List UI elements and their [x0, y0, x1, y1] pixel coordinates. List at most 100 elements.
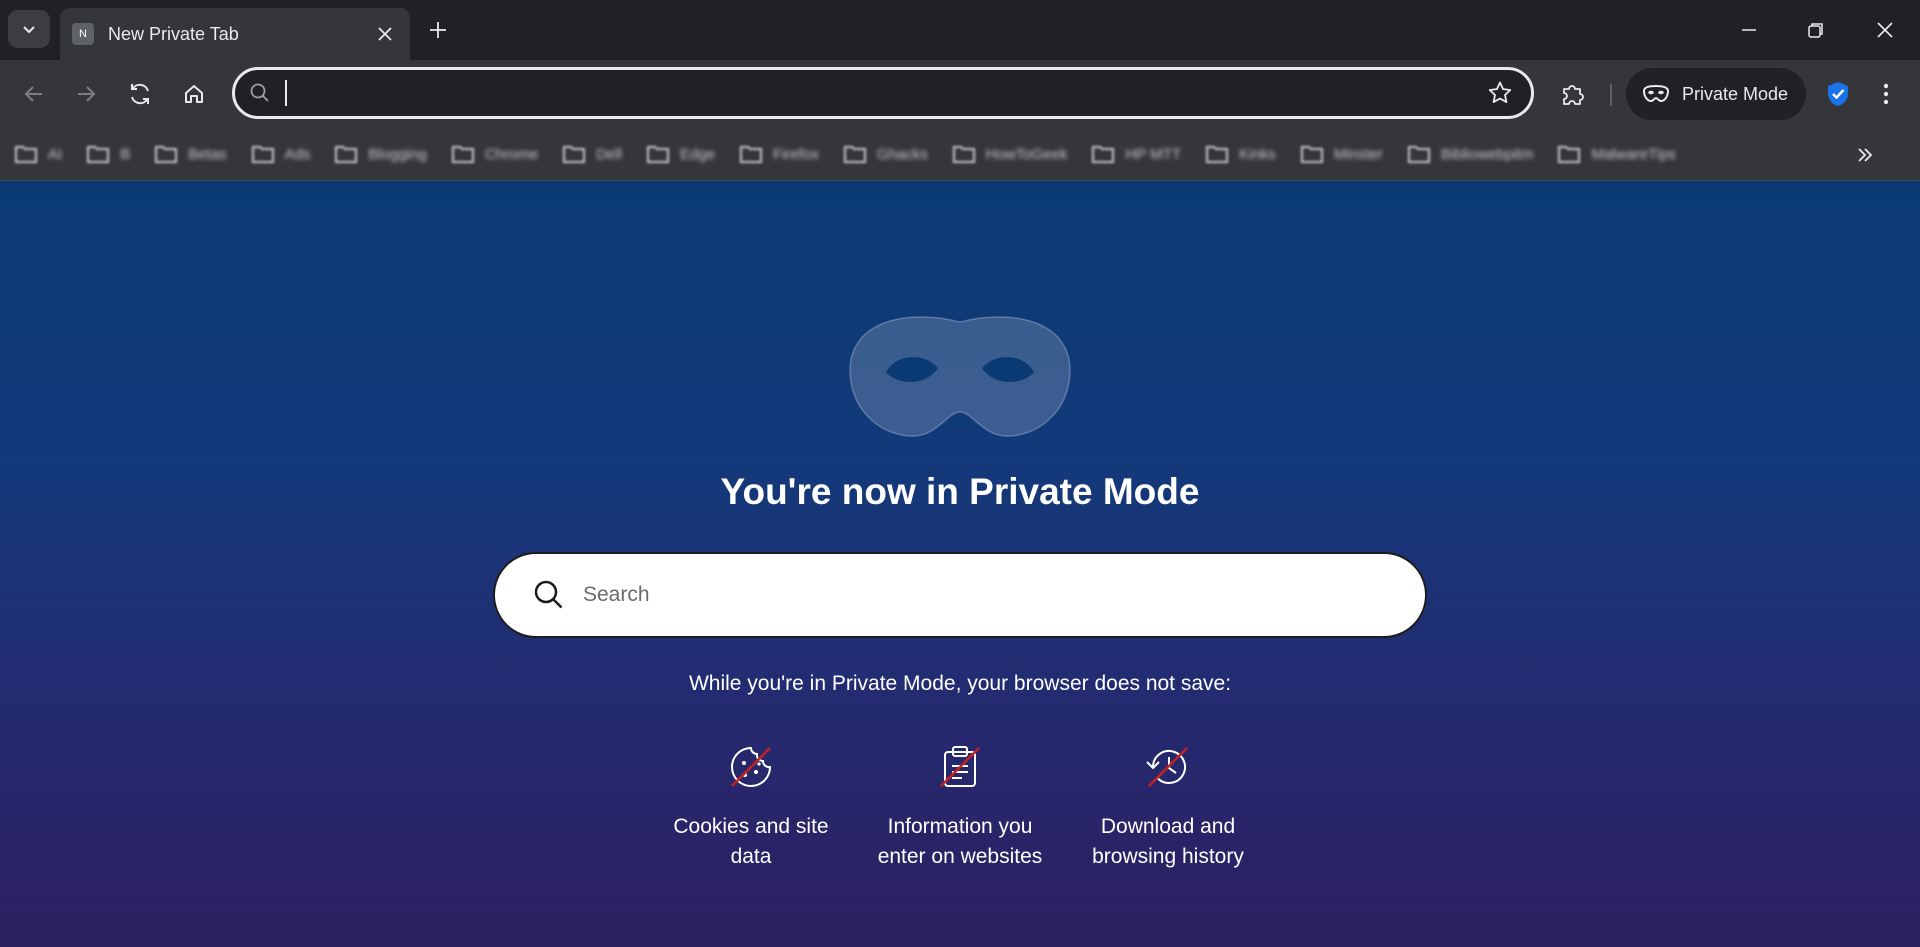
- restore-icon: [1808, 23, 1823, 38]
- tab-search-button[interactable]: [8, 10, 50, 48]
- bookmark-folder[interactable]: Dell: [562, 137, 622, 171]
- new-tab-button[interactable]: [422, 14, 454, 46]
- folder-icon: [1206, 146, 1229, 163]
- close-icon: [1877, 22, 1893, 38]
- bookmark-label: HP MTT: [1125, 145, 1182, 163]
- arrow-right-icon: [78, 86, 96, 102]
- bookmark-folder[interactable]: Firefox: [739, 137, 819, 171]
- star-icon: [1488, 81, 1512, 103]
- private-ntp: You're now in Private Mode While you're …: [0, 181, 1920, 947]
- minimize-button[interactable]: [1724, 8, 1774, 52]
- folder-icon: [647, 146, 670, 163]
- bookmark-folder[interactable]: Kinks: [1205, 137, 1276, 171]
- arrow-left-icon: [24, 86, 42, 102]
- feature-label-line: Cookies and site: [673, 815, 829, 838]
- chevron-double-right-icon: [1858, 148, 1873, 162]
- feature-label-line: Download and: [1100, 815, 1236, 838]
- toolbar-divider: [1610, 84, 1612, 106]
- search-icon: [250, 83, 269, 102]
- feature-cookies: Cookies and site data: [641, 742, 861, 872]
- bookmark-label: Minster: [1333, 145, 1383, 163]
- search-icon: [534, 580, 563, 609]
- address-input[interactable]: [301, 82, 1483, 104]
- bookmark-label: Ads: [284, 145, 311, 163]
- bookmark-folder[interactable]: Betas: [154, 137, 227, 171]
- bookmark-folder[interactable]: Bibliowebpitm: [1407, 137, 1534, 171]
- bookmark-folder[interactable]: Blogging: [334, 137, 427, 171]
- bookmark-label: B: [120, 145, 131, 163]
- folder-icon: [740, 146, 763, 163]
- private-mode-button[interactable]: Private Mode: [1626, 68, 1806, 120]
- folder-icon: [843, 146, 866, 163]
- bookmark-folder[interactable]: B: [86, 137, 130, 171]
- page-title: You're now in Private Mode: [720, 471, 1200, 512]
- bookmark-label: AI: [48, 145, 63, 163]
- folder-icon: [15, 146, 37, 163]
- folder-icon: [1407, 146, 1430, 163]
- folder-icon: [251, 146, 274, 163]
- bookmark-folder[interactable]: Ghacks: [843, 137, 928, 171]
- history-crossed-icon: [1146, 747, 1188, 787]
- close-window-button[interactable]: [1860, 8, 1910, 52]
- bookmark-label: Ghacks: [876, 145, 928, 163]
- bookmark-label: MalwareTips: [1591, 145, 1676, 163]
- private-mode-description: While you're in Private Mode, your brows…: [688, 672, 1232, 695]
- private-mode-label: Private Mode: [1682, 83, 1789, 104]
- toolbar: Private Mode: [0, 60, 1920, 128]
- clipboard-crossed-icon: [940, 746, 980, 787]
- bookmark-label: Blogging: [368, 145, 427, 163]
- forward-button[interactable]: [64, 72, 108, 116]
- folder-icon: [155, 146, 178, 163]
- tab-title: New Private Tab: [108, 23, 239, 44]
- tab-close-button[interactable]: [372, 21, 398, 47]
- security-shield-button[interactable]: [1820, 74, 1856, 114]
- bookmarks-overflow-button[interactable]: [1848, 138, 1882, 172]
- tab-favicon: N: [72, 23, 94, 45]
- bookmark-folder[interactable]: Chrome: [451, 137, 538, 171]
- folder-icon: [563, 146, 586, 163]
- feature-label-line: browsing history: [1092, 845, 1244, 868]
- ntp-search-input[interactable]: [583, 583, 1425, 607]
- folder-icon: [451, 146, 474, 163]
- bookmark-folder[interactable]: HP MTT: [1091, 137, 1181, 171]
- bookmark-label: Bibliowebpitm: [1440, 145, 1534, 163]
- bookmark-folder[interactable]: Edge: [646, 137, 715, 171]
- plus-icon: [430, 22, 446, 38]
- home-button[interactable]: [172, 72, 216, 116]
- bookmark-label: Chrome: [484, 145, 539, 163]
- feature-label-line: Information you: [887, 815, 1033, 838]
- home-icon: [185, 85, 203, 103]
- text-caret: [285, 80, 287, 106]
- bookmark-folder[interactable]: AI: [14, 137, 62, 171]
- back-button[interactable]: [12, 72, 56, 116]
- bookmark-folder[interactable]: Ads: [251, 137, 311, 171]
- bookmark-folder[interactable]: HowToGeek: [952, 137, 1068, 171]
- feature-label-line: enter on websites: [877, 845, 1043, 868]
- bookmark-label: Dell: [596, 145, 623, 163]
- bookmark-star-button[interactable]: [1483, 76, 1517, 110]
- folder-icon: [335, 146, 358, 163]
- feature-label-line: data: [730, 845, 772, 868]
- reload-button[interactable]: [118, 72, 162, 116]
- bookmark-label: HowToGeek: [985, 145, 1068, 163]
- more-vertical-icon: [1883, 83, 1889, 105]
- cookie-crossed-icon: [731, 746, 772, 787]
- private-mask-icon: [1642, 84, 1670, 103]
- bookmark-label: Edge: [680, 145, 716, 163]
- folder-icon: [1092, 146, 1115, 163]
- puzzle-icon: [1563, 85, 1584, 105]
- tab-new-private[interactable]: N New Private Tab: [60, 8, 410, 60]
- bookmark-label: Firefox: [773, 145, 819, 163]
- close-icon: [378, 27, 392, 41]
- feature-form-data: Information you enter on websites: [850, 742, 1070, 872]
- ntp-search-box[interactable]: [493, 552, 1427, 638]
- shield-check-icon: [1828, 82, 1848, 106]
- address-bar[interactable]: [232, 67, 1534, 119]
- extensions-button[interactable]: [1550, 74, 1594, 114]
- minimize-icon: [1742, 29, 1756, 31]
- feature-history: Download and browsing history: [1058, 742, 1278, 872]
- restore-button[interactable]: [1791, 8, 1841, 52]
- bookmark-folder[interactable]: Minster: [1300, 137, 1383, 171]
- browser-menu-button[interactable]: [1868, 74, 1904, 114]
- bookmark-folder[interactable]: MalwareTips: [1557, 137, 1676, 171]
